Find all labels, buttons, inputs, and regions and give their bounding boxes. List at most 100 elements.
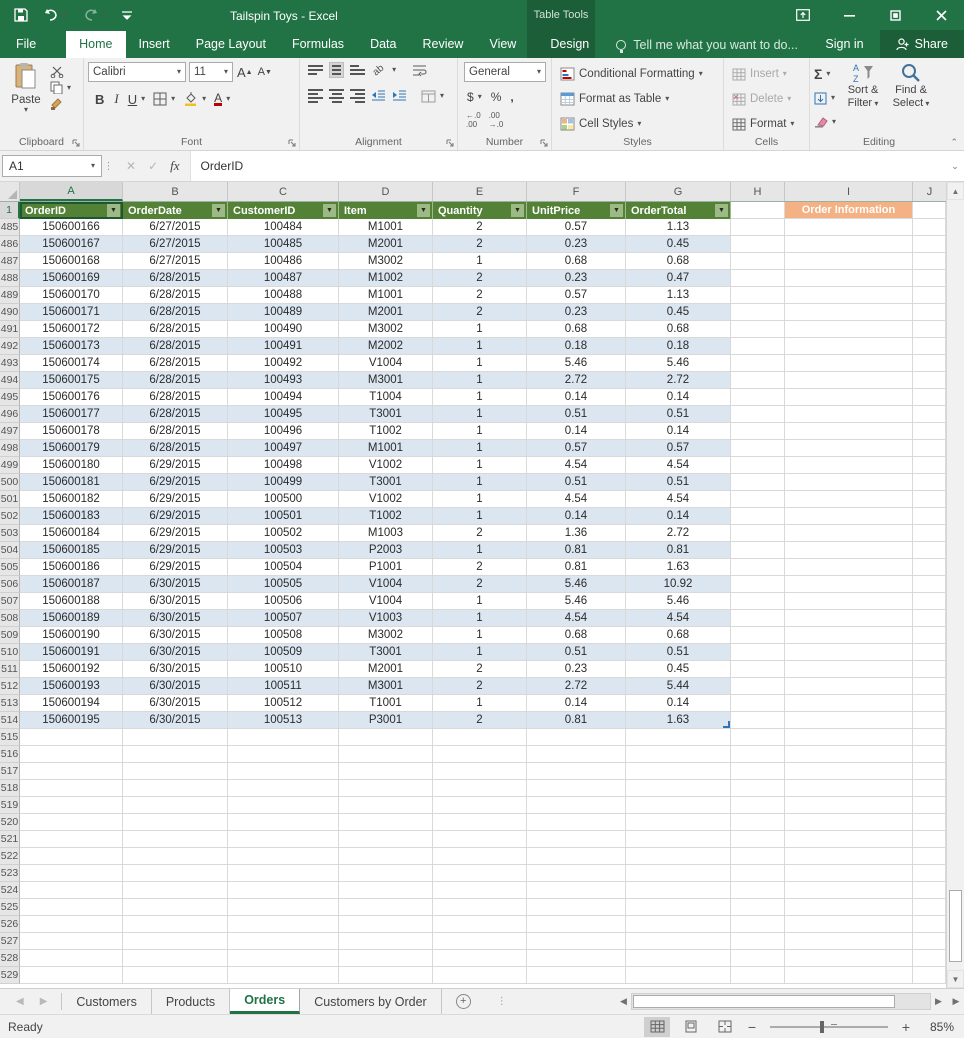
cell[interactable]	[913, 797, 946, 814]
cell[interactable]: P3001	[339, 712, 433, 729]
cell[interactable]: 2	[433, 678, 527, 695]
cell[interactable]	[731, 610, 785, 627]
cell[interactable]: 2.72	[626, 525, 731, 542]
row-header[interactable]: 488	[0, 270, 20, 287]
table-header-orderid[interactable]: OrderID▼	[20, 202, 123, 219]
cell[interactable]: 6/30/2015	[123, 627, 228, 644]
cell[interactable]: 2	[433, 219, 527, 236]
cell[interactable]	[785, 372, 913, 389]
zoom-slider-thumb[interactable]	[820, 1021, 824, 1033]
cell[interactable]: 5.46	[527, 576, 626, 593]
cell[interactable]: 6/29/2015	[123, 508, 228, 525]
table-header-item[interactable]: Item▼	[339, 202, 433, 219]
cell[interactable]: 150600187	[20, 576, 123, 593]
cell[interactable]	[785, 678, 913, 695]
cell[interactable]	[527, 848, 626, 865]
cell[interactable]: M1003	[339, 525, 433, 542]
cell[interactable]: M2001	[339, 661, 433, 678]
table-header-customerid[interactable]: CustomerID▼	[228, 202, 339, 219]
cell[interactable]: 6/28/2015	[123, 389, 228, 406]
cell[interactable]: 100504	[228, 559, 339, 576]
column-header-j[interactable]: J	[913, 182, 946, 201]
cell[interactable]	[731, 763, 785, 780]
align-center-icon[interactable]	[329, 89, 344, 103]
cell[interactable]: 0.51	[527, 406, 626, 423]
tab-review[interactable]: Review	[409, 31, 476, 58]
cell[interactable]: 150600179	[20, 440, 123, 457]
cell[interactable]: 0.51	[527, 644, 626, 661]
row-header[interactable]: 516	[0, 746, 20, 763]
cell[interactable]: 1	[433, 253, 527, 270]
cell[interactable]: 150600189	[20, 610, 123, 627]
expand-formula-bar-icon[interactable]: ⌄	[946, 151, 964, 181]
row-header[interactable]: 529	[0, 967, 20, 984]
cell[interactable]	[913, 219, 946, 236]
cell[interactable]	[433, 848, 527, 865]
cell[interactable]: 100494	[228, 389, 339, 406]
cell[interactable]: 1	[433, 542, 527, 559]
cell[interactable]	[527, 967, 626, 984]
cell[interactable]: 6/29/2015	[123, 457, 228, 474]
borders-button[interactable]: ▾	[153, 89, 175, 109]
cell[interactable]: 0.14	[626, 695, 731, 712]
tab-data[interactable]: Data	[357, 31, 409, 58]
cell[interactable]	[785, 525, 913, 542]
sheet-tab-customers[interactable]: Customers	[62, 989, 151, 1014]
cell[interactable]: 150600181	[20, 474, 123, 491]
cell[interactable]	[913, 831, 946, 848]
row-header[interactable]: 522	[0, 848, 20, 865]
row-header[interactable]: 502	[0, 508, 20, 525]
cell[interactable]	[785, 253, 913, 270]
cell[interactable]	[20, 865, 123, 882]
row-header[interactable]: 513	[0, 695, 20, 712]
cell[interactable]	[731, 542, 785, 559]
row-header[interactable]: 506	[0, 576, 20, 593]
cell[interactable]: 0.51	[626, 644, 731, 661]
cell[interactable]	[228, 899, 339, 916]
cell[interactable]	[20, 916, 123, 933]
cell[interactable]	[339, 797, 433, 814]
cell[interactable]	[731, 457, 785, 474]
horizontal-scrollbar[interactable]: ◀ ▶	[616, 992, 946, 1011]
row-header[interactable]: 497	[0, 423, 20, 440]
row-header[interactable]: 507	[0, 593, 20, 610]
align-left-icon[interactable]	[308, 89, 323, 103]
cell[interactable]	[433, 780, 527, 797]
increase-font-icon[interactable]: A▲	[236, 64, 254, 81]
cell[interactable]: 6/30/2015	[123, 610, 228, 627]
cell[interactable]: M3001	[339, 678, 433, 695]
cell[interactable]: M1001	[339, 287, 433, 304]
comma-icon[interactable]: ,	[510, 90, 513, 104]
cell[interactable]	[913, 542, 946, 559]
cell[interactable]	[626, 933, 731, 950]
zoom-out-icon[interactable]: −	[746, 1019, 758, 1035]
cell[interactable]	[731, 423, 785, 440]
paste-button[interactable]: Paste ▾	[4, 62, 48, 114]
filter-icon[interactable]: ▼	[323, 204, 336, 217]
cell[interactable]	[785, 882, 913, 899]
cell[interactable]	[913, 304, 946, 321]
cell[interactable]	[731, 559, 785, 576]
cell[interactable]	[20, 814, 123, 831]
cell[interactable]: 100484	[228, 219, 339, 236]
row-header[interactable]: 509	[0, 627, 20, 644]
cell[interactable]	[785, 627, 913, 644]
cell[interactable]	[123, 814, 228, 831]
wrap-text-icon[interactable]	[412, 64, 427, 77]
cell[interactable]: 100511	[228, 678, 339, 695]
cell[interactable]	[785, 610, 913, 627]
cell[interactable]	[785, 338, 913, 355]
cell[interactable]: 6/29/2015	[123, 474, 228, 491]
add-sheet-icon[interactable]: +	[456, 994, 471, 1009]
row-header[interactable]: 518	[0, 780, 20, 797]
cell[interactable]	[785, 406, 913, 423]
cell[interactable]	[20, 848, 123, 865]
cell[interactable]	[339, 831, 433, 848]
cell[interactable]: 100508	[228, 627, 339, 644]
cell[interactable]: 1	[433, 457, 527, 474]
bold-button[interactable]: B	[94, 91, 105, 108]
cell[interactable]: 0.68	[527, 253, 626, 270]
name-box[interactable]: A1▾	[2, 155, 102, 177]
cell[interactable]	[731, 729, 785, 746]
cell[interactable]: 4.54	[527, 610, 626, 627]
